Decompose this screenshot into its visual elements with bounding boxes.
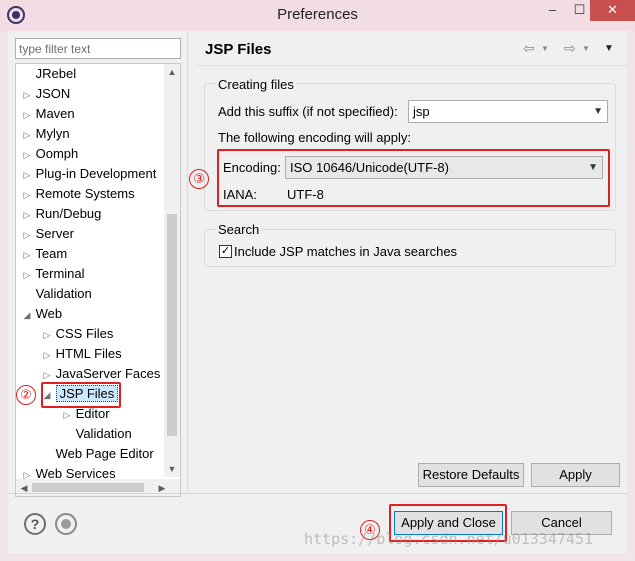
tree-item-label: Oomph bbox=[35, 146, 79, 161]
expand-icon[interactable]: ▷ bbox=[22, 205, 32, 225]
tree-item-label: Server bbox=[35, 226, 74, 241]
tree-item-team[interactable]: ▷ Team bbox=[22, 244, 68, 265]
tree-item-label: HTML Files bbox=[55, 346, 122, 361]
expand-icon[interactable]: ▷ bbox=[22, 145, 32, 165]
forward-arrow-icon[interactable]: ⇨ bbox=[564, 40, 576, 57]
apply-button[interactable]: Apply bbox=[531, 463, 620, 487]
watermark: https://blog.csdn.net/u013347451 bbox=[304, 530, 593, 548]
tree-item-label: Plug-in Development bbox=[35, 166, 157, 181]
expand-icon[interactable]: ▷ bbox=[22, 125, 32, 145]
suffix-label: Add this suffix (if not specified): bbox=[218, 104, 398, 119]
include-jsp-label: Include JSP matches in Java searches bbox=[234, 244, 458, 259]
tree-item-label: JavaServer Faces T bbox=[55, 366, 172, 381]
tree-item-label: Editor bbox=[75, 406, 110, 421]
expand-icon[interactable]: ▷ bbox=[22, 265, 32, 285]
tree-item-label: Validation bbox=[35, 286, 92, 301]
expand-icon[interactable]: ▷ bbox=[42, 345, 52, 365]
annotation-number-3: ③ bbox=[189, 169, 209, 189]
filter-input[interactable] bbox=[15, 38, 181, 59]
suffix-combo[interactable]: jsp ▼ bbox=[408, 100, 608, 123]
forward-history-dropdown-icon[interactable]: ▼ bbox=[582, 44, 590, 53]
tree-item-terminal[interactable]: ▷ Terminal bbox=[22, 264, 85, 284]
tree-item-label: Run/Debug bbox=[35, 206, 102, 221]
scroll-thumb[interactable] bbox=[167, 214, 177, 436]
tree-item-jrebel[interactable]: JRebel bbox=[22, 64, 76, 84]
tree-item-server[interactable]: ▷ Server bbox=[22, 224, 74, 244]
maximize-button[interactable]: ☐ bbox=[566, 0, 593, 21]
tree-item-run-debug[interactable]: ▷ Run/Debug bbox=[22, 204, 102, 225]
tree-item-label: Web bbox=[35, 306, 63, 321]
expand-icon[interactable]: ▷ bbox=[62, 405, 72, 425]
panel-divider[interactable] bbox=[187, 31, 188, 491]
expand-icon[interactable]: ▷ bbox=[42, 325, 52, 345]
preference-tree: JRebel ▷ JSON ▷ Maven ▷ Mylyn ▷ Oomph ▷ … bbox=[15, 63, 181, 497]
tree-item-label: Remote Systems bbox=[35, 186, 135, 201]
chevron-down-icon: ▼ bbox=[593, 106, 603, 117]
tree-item-mylyn[interactable]: ▷ Mylyn bbox=[22, 124, 70, 144]
minimize-button[interactable]: – bbox=[539, 0, 566, 21]
tree-vertical-scrollbar[interactable]: ▲ ▼ bbox=[164, 64, 180, 477]
expand-icon[interactable]: ▷ bbox=[22, 105, 32, 125]
tree-item-maven[interactable]: ▷ Maven bbox=[22, 104, 75, 124]
annotation-box-jsp-files bbox=[41, 382, 121, 408]
record-icon[interactable] bbox=[55, 513, 77, 535]
dialog-body: JRebel ▷ JSON ▷ Maven ▷ Mylyn ▷ Oomph ▷ … bbox=[8, 31, 627, 553]
close-button[interactable]: ✕ bbox=[590, 0, 635, 21]
tree-item-oomph[interactable]: ▷ Oomph bbox=[22, 144, 79, 165]
annotation-box-encoding bbox=[217, 149, 610, 207]
scroll-down-icon[interactable]: ▼ bbox=[164, 461, 180, 477]
help-icon[interactable]: ? bbox=[24, 513, 46, 535]
footer-separator bbox=[8, 493, 627, 494]
creating-files-label: Creating files bbox=[216, 77, 296, 92]
encoding-note: The following encoding will apply: bbox=[218, 130, 411, 145]
suffix-value: jsp bbox=[413, 104, 430, 119]
collapse-icon[interactable]: ◢ bbox=[22, 305, 32, 325]
scroll-thumb[interactable] bbox=[32, 483, 144, 492]
expand-icon[interactable]: ▷ bbox=[22, 225, 32, 245]
tree-item-validation[interactable]: Validation bbox=[22, 284, 92, 304]
include-jsp-checkbox[interactable]: ✓ bbox=[219, 245, 232, 258]
tree-item-plugin-development[interactable]: ▷ Plug-in Development bbox=[22, 164, 157, 185]
expand-icon[interactable]: ▷ bbox=[22, 185, 32, 205]
tree-item-web[interactable]: ◢ Web bbox=[22, 304, 63, 325]
tree-item-label: Mylyn bbox=[35, 126, 70, 141]
page-title: JSP Files bbox=[205, 41, 272, 58]
tree-item-css-files[interactable]: ▷ CSS Files bbox=[42, 324, 114, 345]
tree-item-json[interactable]: ▷ JSON bbox=[22, 84, 71, 105]
tree-item-label: Maven bbox=[35, 106, 75, 121]
search-label: Search bbox=[216, 222, 262, 237]
restore-defaults-button[interactable]: Restore Defaults bbox=[418, 463, 524, 487]
tree-item-label: JRebel bbox=[35, 66, 77, 81]
scroll-up-icon[interactable]: ▲ bbox=[164, 64, 180, 80]
tree-item-label: JSON bbox=[35, 86, 71, 101]
tree-item-remote-systems[interactable]: ▷ Remote Systems bbox=[22, 184, 135, 204]
tree-item-label: Web Page Editor bbox=[55, 446, 154, 461]
annotation-number-2: ② bbox=[16, 385, 36, 405]
tree-item-label: Team bbox=[35, 246, 68, 261]
tree-item-web-page-editor[interactable]: Web Page Editor bbox=[42, 444, 154, 464]
expand-icon[interactable]: ▷ bbox=[22, 165, 32, 185]
tree-item-label: Terminal bbox=[35, 266, 85, 281]
tree-item-label: CSS Files bbox=[55, 326, 114, 341]
back-history-dropdown-icon[interactable]: ▼ bbox=[541, 44, 549, 53]
tree-item-javaserver-faces[interactable]: ▷ JavaServer Faces T bbox=[42, 364, 172, 384]
tree-item-jsp-validation[interactable]: Validation bbox=[62, 424, 132, 444]
expand-icon[interactable]: ▷ bbox=[22, 85, 32, 105]
back-arrow-icon[interactable]: ⇦ bbox=[523, 40, 535, 57]
title-bar: Preferences – ☐ ✕ bbox=[0, 0, 635, 31]
tree-item-label: Validation bbox=[75, 426, 132, 441]
title-separator bbox=[196, 65, 627, 66]
expand-icon[interactable]: ▷ bbox=[22, 245, 32, 265]
view-menu-icon[interactable]: ▼ bbox=[604, 43, 614, 54]
tree-item-html-files[interactable]: ▷ HTML Files bbox=[42, 344, 122, 364]
